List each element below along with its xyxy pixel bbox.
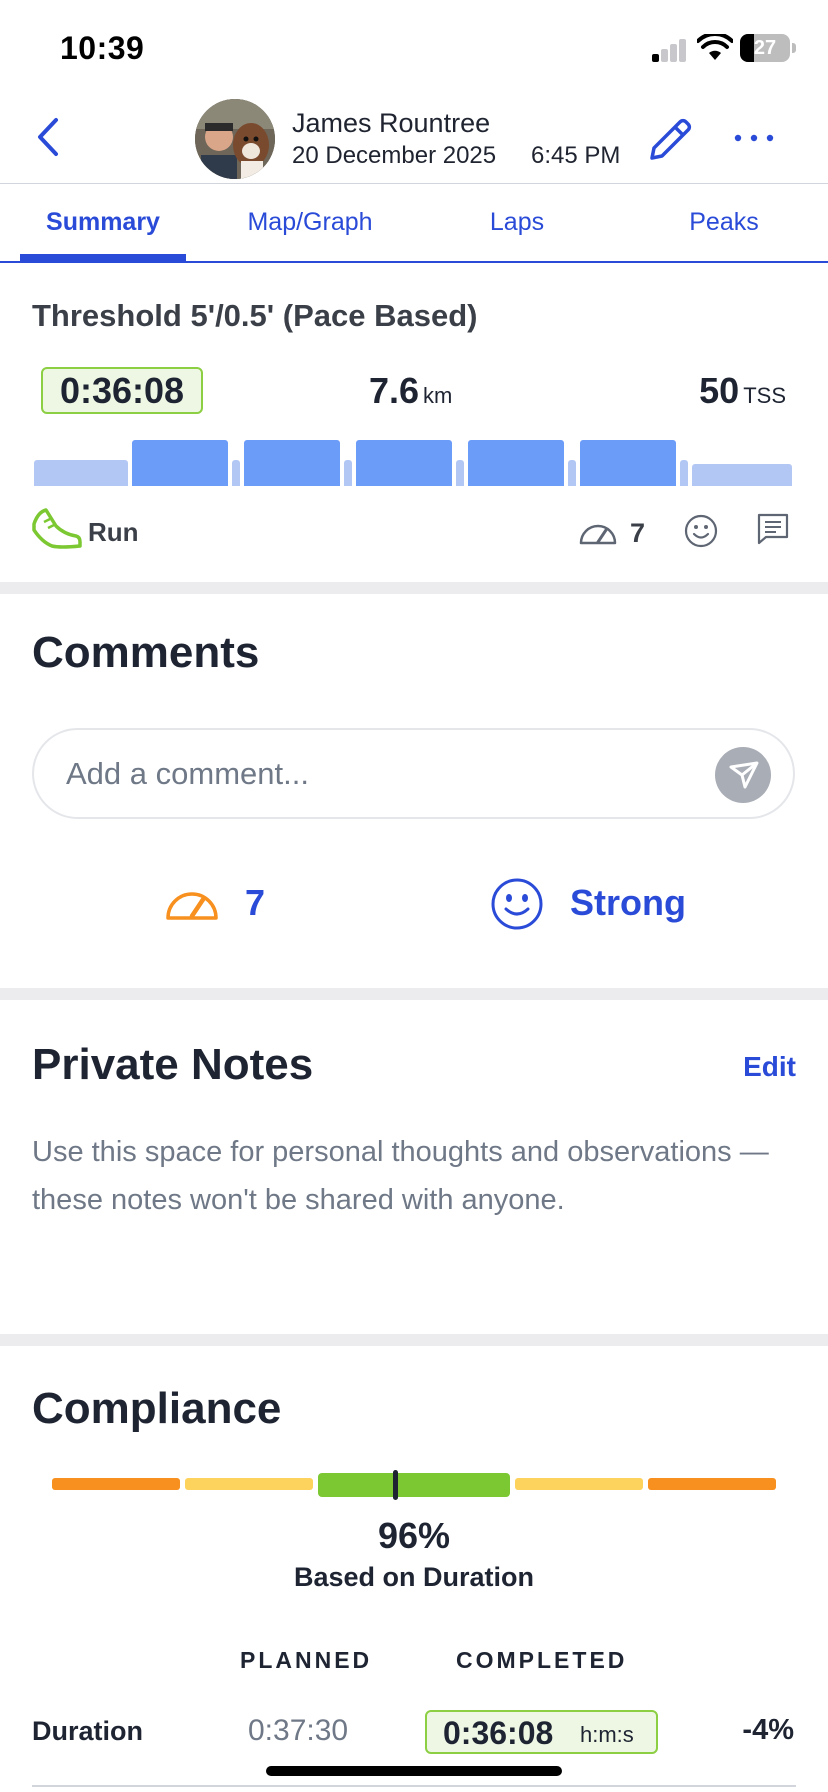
distance: 7.6 km <box>369 370 452 412</box>
feel-rating[interactable]: Strong <box>570 882 686 924</box>
workout-title: Threshold 5'/0.5' (Pace Based) <box>32 298 478 333</box>
recovery-block <box>680 460 688 486</box>
compliance-percent: 96% <box>377 1515 451 1556</box>
gauge-segment-low <box>52 1478 180 1490</box>
planned-column-header: PLANNED <box>240 1647 373 1673</box>
cellular-signal-icon <box>652 38 688 62</box>
tss-value: 50 <box>699 370 740 411</box>
speedometer-icon <box>579 524 617 545</box>
status-bar: 10:39 27 <box>0 0 828 96</box>
duration-unit: h:m:s <box>580 1722 634 1747</box>
comments-title: Comments <box>32 628 260 677</box>
active-tab-indicator <box>20 254 186 262</box>
avatar-image <box>195 99 275 179</box>
duration-completed: 0:36:08 <box>443 1715 554 1751</box>
gauge-segment-mid-low <box>185 1478 313 1490</box>
duration-badge: 0:36:08 <box>41 367 203 414</box>
interval-block <box>244 440 340 486</box>
workout-structure-graph[interactable] <box>34 436 792 486</box>
tab-summary[interactable]: Summary <box>20 208 186 237</box>
duration-completed-badge: 0:36:08 h:m:s <box>425 1710 658 1754</box>
gauge-marker <box>393 1470 398 1500</box>
tab-bar: Summary Map/Graph Laps Peaks <box>0 184 828 263</box>
recovery-block <box>344 460 352 486</box>
private-notes-text[interactable]: Use this space for personal thoughts and… <box>32 1128 772 1224</box>
tss: 50 TSS <box>699 370 786 412</box>
wifi-icon <box>697 34 733 60</box>
duration-delta: -4% <box>742 1714 794 1746</box>
smiley-icon[interactable] <box>684 514 718 548</box>
tab-laps[interactable]: Laps <box>452 208 582 237</box>
duration-planned: 0:37:30 <box>248 1714 349 1747</box>
interval-block <box>468 440 564 486</box>
gauge-segment-mid-high <box>515 1478 643 1490</box>
activity-time: 6:45 PM <box>531 142 621 169</box>
back-button[interactable] <box>30 114 70 160</box>
compliance-basis: Based on Duration <box>293 1562 535 1592</box>
edit-pencil-icon[interactable] <box>644 114 696 166</box>
recovery-block <box>568 460 576 486</box>
section-divider <box>0 988 828 1000</box>
edit-notes-link[interactable]: Edit <box>743 1051 796 1083</box>
private-notes-title: Private Notes <box>32 1040 314 1089</box>
comment-box <box>32 728 795 819</box>
comment-input[interactable] <box>66 754 686 794</box>
battery-percent: 27 <box>753 37 777 59</box>
comment-icon[interactable] <box>756 512 790 546</box>
feel-smiley-icon[interactable] <box>490 877 544 931</box>
status-time: 10:39 <box>60 30 145 66</box>
send-icon <box>729 761 759 789</box>
more-options-icon[interactable] <box>728 118 780 158</box>
sport-label: Run <box>88 517 139 547</box>
tab-peaks[interactable]: Peaks <box>666 208 782 237</box>
running-shoe-icon <box>32 508 82 549</box>
gauge-segment-high <box>648 1478 776 1490</box>
gauge-segment-target <box>318 1473 510 1497</box>
recovery-block <box>232 460 240 486</box>
distance-value: 7.6 <box>369 370 420 411</box>
send-button[interactable] <box>715 747 771 803</box>
rpe-rating[interactable]: 7 <box>245 882 265 924</box>
home-indicator[interactable] <box>266 1766 562 1776</box>
row-divider <box>32 1785 796 1787</box>
distance-unit: km <box>423 383 453 408</box>
battery-icon: 27 <box>740 34 790 62</box>
rpe-value: 7 <box>630 518 646 548</box>
cooldown-block <box>692 464 792 486</box>
activity-date: 20 December 2025 <box>292 142 497 169</box>
interval-block <box>132 440 228 486</box>
section-divider <box>0 582 828 594</box>
battery-nub <box>792 43 796 53</box>
warmup-block <box>34 460 128 486</box>
duration-row-label: Duration <box>32 1716 143 1746</box>
compliance-title: Compliance <box>32 1384 282 1433</box>
interval-block <box>580 440 676 486</box>
rpe-speedometer-icon[interactable] <box>164 878 220 922</box>
interval-block <box>356 440 452 486</box>
activity-header: James Rountree 20 December 2025 6:45 PM <box>0 96 828 184</box>
completed-column-header: COMPLETED <box>456 1647 628 1673</box>
tss-unit: TSS <box>743 383 786 408</box>
section-divider <box>0 1334 828 1346</box>
tab-map-graph[interactable]: Map/Graph <box>222 208 398 237</box>
recovery-block <box>456 460 464 486</box>
avatar[interactable] <box>195 99 275 179</box>
athlete-name: James Rountree <box>292 108 491 138</box>
compliance-gauge <box>50 1470 778 1500</box>
